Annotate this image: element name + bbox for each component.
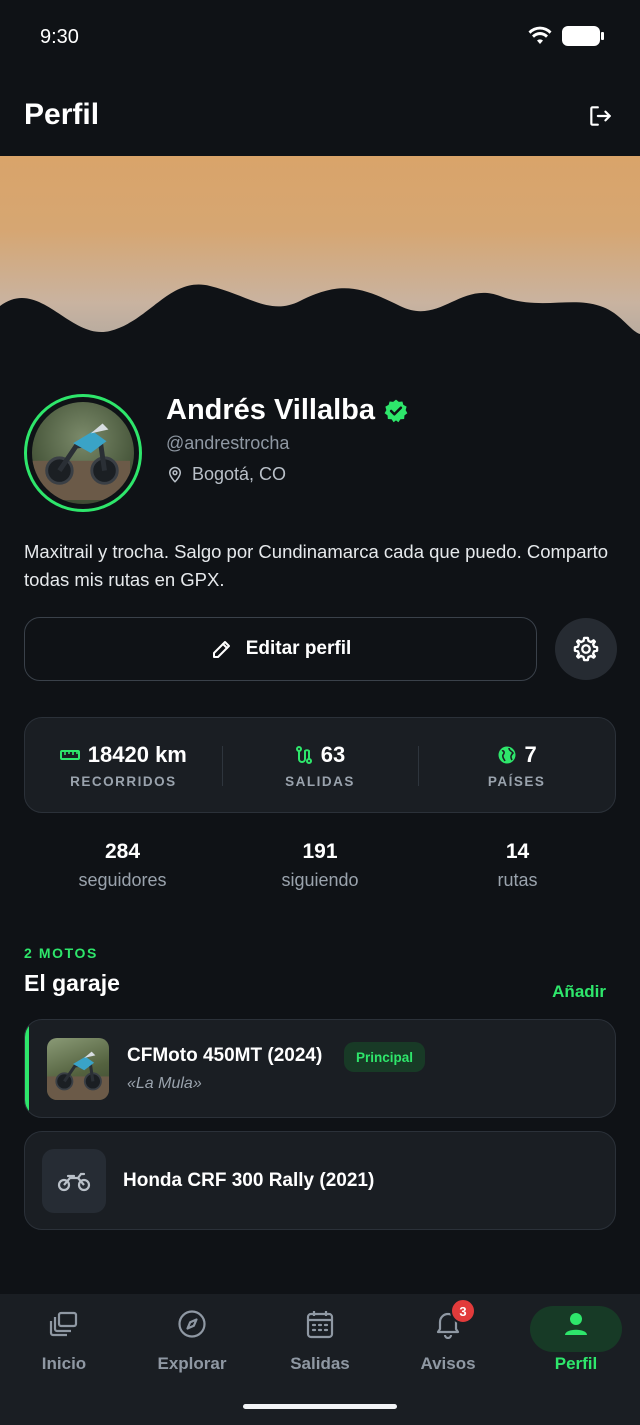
count-label: seguidores bbox=[78, 870, 167, 890]
profile-name: Andrés Villalba bbox=[166, 394, 409, 427]
mountain-silhouette bbox=[0, 284, 640, 366]
bike-nickname: «La Mula» bbox=[127, 1075, 202, 1092]
ruler-icon bbox=[59, 749, 80, 760]
count-value: 284 bbox=[104, 840, 141, 863]
nav-label: Avisos bbox=[420, 1354, 476, 1373]
nav-item-perfil[interactable]: Perfil bbox=[530, 1306, 622, 1374]
notification-badge: 3 bbox=[450, 1298, 476, 1324]
status-time: 9:30 bbox=[40, 26, 79, 48]
nav-item-avisos[interactable]: 3 Avisos bbox=[402, 1298, 494, 1374]
primary-badge: Principal bbox=[344, 1042, 426, 1072]
nav-label: Inicio bbox=[41, 1354, 87, 1373]
garage-kicker: 2 MOTOS bbox=[24, 945, 98, 961]
settings-button[interactable] bbox=[555, 618, 617, 680]
profile-location: Bogotá, CO bbox=[166, 464, 286, 485]
avatar[interactable] bbox=[24, 394, 142, 512]
stat-value: 63 bbox=[320, 741, 346, 767]
nav-item-explorar[interactable]: Explorar bbox=[146, 1306, 238, 1374]
stat-value: 18420 km bbox=[87, 741, 187, 767]
verified-badge-icon bbox=[384, 399, 408, 422]
nav-label: Salidas bbox=[290, 1354, 350, 1373]
motorcycle-icon bbox=[57, 1172, 91, 1192]
following-count[interactable]: 191 siguiendo bbox=[221, 840, 419, 891]
stat-value: 7 bbox=[524, 741, 537, 767]
cover-banner bbox=[0, 156, 640, 366]
garage-title: El garaje bbox=[24, 970, 120, 996]
route-icon bbox=[295, 745, 312, 764]
count-label: rutas bbox=[497, 870, 538, 890]
count-label: siguiendo bbox=[281, 870, 359, 890]
app-header: Perfil bbox=[0, 76, 640, 156]
stack-icon bbox=[49, 1311, 78, 1337]
bike-thumbnail bbox=[47, 1038, 109, 1100]
page-title: Perfil bbox=[24, 98, 100, 131]
edit-profile-label: Editar perfil bbox=[245, 638, 352, 659]
edit-profile-button[interactable]: Editar perfil bbox=[24, 617, 537, 681]
logout-button[interactable] bbox=[584, 100, 616, 132]
nav-label: Explorar bbox=[157, 1354, 227, 1373]
motorcycle-photo bbox=[47, 1051, 109, 1100]
home-indicator[interactable] bbox=[243, 1404, 397, 1409]
stat-label: PAÍSES bbox=[487, 773, 546, 789]
gear-icon bbox=[573, 636, 599, 662]
location-pin-icon bbox=[168, 466, 182, 483]
profile-name-text: Andrés Villalba bbox=[166, 394, 375, 426]
location-text: Bogotá, CO bbox=[192, 464, 287, 484]
nav-item-salidas[interactable]: Salidas bbox=[274, 1306, 366, 1374]
bike-card[interactable]: Honda CRF 300 Rally (2021) bbox=[24, 1131, 616, 1230]
add-bike-button[interactable]: Añadir bbox=[552, 982, 606, 1002]
bike-name: CFMoto 450MT (2024) bbox=[127, 1045, 323, 1066]
stat-recorridos: 18420 km RECORRIDOS bbox=[25, 742, 222, 789]
followers-count[interactable]: 284 seguidores bbox=[24, 840, 221, 891]
stat-paises: 7 PAÍSES bbox=[418, 742, 615, 789]
nav-label: Perfil bbox=[554, 1354, 598, 1373]
pencil-icon bbox=[212, 641, 230, 658]
stat-label: RECORRIDOS bbox=[70, 773, 177, 789]
status-bar: 9:30 bbox=[0, 0, 640, 76]
person-icon bbox=[565, 1313, 587, 1335]
stats-card: 18420 km RECORRIDOS 63 SALIDAS 7 PAÍSES bbox=[24, 717, 616, 813]
count-value: 191 bbox=[302, 840, 338, 863]
profile-handle: @andrestrocha bbox=[166, 433, 290, 453]
routes-count[interactable]: 14 rutas bbox=[419, 840, 616, 891]
status-icons bbox=[528, 26, 604, 46]
social-counts: 284 seguidores 191 siguiendo 14 rutas bbox=[24, 840, 616, 891]
logout-icon bbox=[590, 106, 611, 126]
nav-item-inicio[interactable]: Inicio bbox=[18, 1306, 110, 1374]
motorcycle-photo bbox=[32, 423, 130, 500]
stat-salidas: 63 SALIDAS bbox=[221, 741, 419, 789]
calendar-icon bbox=[306, 1311, 334, 1339]
profile-bio: Maxitrail y trocha. Salgo por Cundinamar… bbox=[24, 541, 609, 590]
avatar-photo bbox=[32, 402, 134, 504]
wifi-icon bbox=[528, 26, 552, 44]
battery-icon bbox=[562, 26, 604, 46]
compass-icon bbox=[178, 1310, 206, 1338]
bike-name: Honda CRF 300 Rally (2021) bbox=[123, 1170, 375, 1191]
bike-placeholder bbox=[42, 1149, 106, 1213]
globe-icon bbox=[498, 746, 516, 763]
count-value: 14 bbox=[505, 840, 530, 863]
stat-label: SALIDAS bbox=[285, 773, 355, 789]
bike-card-primary[interactable]: CFMoto 450MT (2024) Principal «La Mula» bbox=[24, 1019, 616, 1118]
bottom-nav: Inicio Explorar Salidas 3 Avisos Perfil bbox=[0, 1294, 640, 1425]
